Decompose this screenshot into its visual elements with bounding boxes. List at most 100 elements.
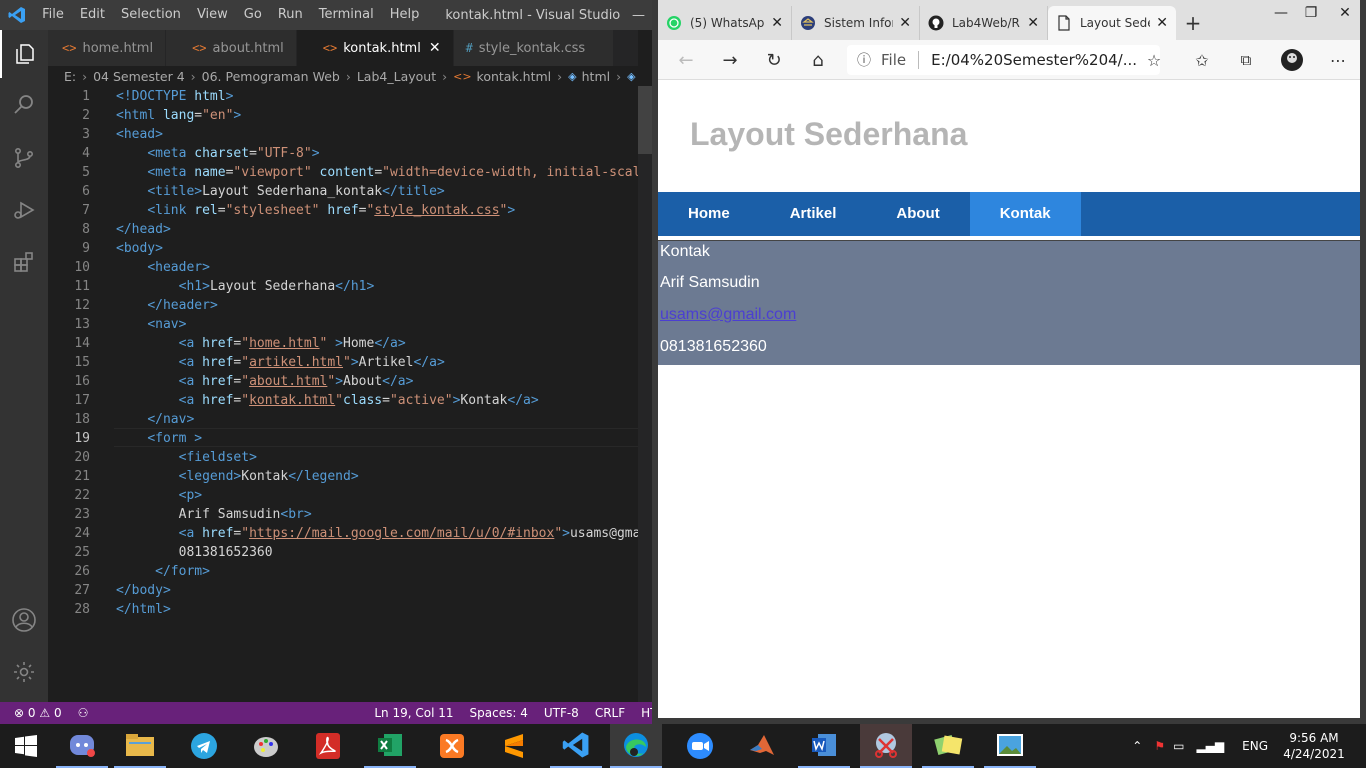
code-line[interactable]: 6 <title>Layout Sederhana_kontak</title>	[48, 182, 638, 201]
menu-help[interactable]: Help	[382, 0, 428, 30]
home-icon[interactable]: ⌂	[804, 48, 832, 72]
forward-arrow-icon[interactable]: →	[716, 48, 744, 72]
breadcrumb-item[interactable]: 06. Pemograman Web	[202, 69, 340, 84]
menu-run[interactable]: Run	[270, 0, 311, 30]
code-line[interactable]: 15 <a href="artikel.html">Artikel</a>	[48, 353, 638, 372]
code-line[interactable]: 16 <a href="about.html">About</a>	[48, 372, 638, 391]
add-favorite-star-icon[interactable]: ☆	[1140, 48, 1168, 72]
close-window-icon[interactable]: ✕	[1328, 0, 1362, 26]
language-mode[interactable]: HTML	[633, 706, 652, 720]
code-line[interactable]: 21 <legend>Kontak</legend>	[48, 467, 638, 486]
close-tab-icon[interactable]: ✕	[899, 15, 911, 31]
minimize-icon[interactable]: —	[625, 8, 652, 23]
menu-selection[interactable]: Selection	[113, 0, 189, 30]
problems-indicator[interactable]: ⊗ 0 ⚠ 0	[0, 706, 70, 720]
matlab-icon[interactable]	[736, 724, 788, 768]
code-line[interactable]: 24 <a href="https://mail.google.com/mail…	[48, 524, 638, 543]
photos-icon[interactable]	[984, 724, 1036, 768]
code-line[interactable]: 23 Arif Samsudin<br>	[48, 505, 638, 524]
minimize-icon[interactable]: —	[1264, 0, 1298, 26]
address-url[interactable]: E:/04%20Semester%204/...	[931, 51, 1160, 69]
account-icon[interactable]	[0, 596, 48, 644]
breadcrumb-item[interactable]: 04 Semester 4	[93, 69, 185, 84]
vscode-icon[interactable]	[550, 724, 602, 768]
nav-home-link[interactable]: Home	[658, 192, 760, 236]
nav-about-link[interactable]: About	[866, 192, 969, 236]
run-debug-icon[interactable]	[0, 186, 48, 234]
code-line[interactable]: 22 <p>	[48, 486, 638, 505]
discord-icon[interactable]	[56, 724, 108, 768]
profile-avatar-icon[interactable]	[1278, 48, 1306, 72]
extensions-icon[interactable]	[0, 238, 48, 286]
tab-style-kontak-css[interactable]: # style_kontak.css	[453, 30, 615, 66]
code-line[interactable]: 17 <a href="kontak.html"class="active">K…	[48, 391, 638, 410]
close-tab-icon[interactable]: ✕	[771, 15, 783, 31]
new-tab-plus-icon[interactable]: +	[1176, 6, 1210, 40]
explorer-icon[interactable]	[0, 30, 48, 78]
code-line[interactable]: 13 <nav>	[48, 315, 638, 334]
sticky-notes-icon[interactable]	[922, 724, 974, 768]
menu-view[interactable]: View	[189, 0, 236, 30]
encoding[interactable]: UTF-8	[536, 706, 587, 720]
search-icon[interactable]	[0, 80, 48, 128]
breadcrumb-item[interactable]: Lab4_Layout	[357, 69, 436, 84]
language-indicator[interactable]: ENG	[1232, 739, 1278, 753]
back-arrow-icon[interactable]: ←	[672, 48, 700, 72]
code-line[interactable]: 14 <a href="home.html" >Home</a>	[48, 334, 638, 353]
code-line[interactable]: 20 <fieldset>	[48, 448, 638, 467]
code-line[interactable]: 18 </nav>	[48, 410, 638, 429]
more-menu-icon[interactable]: ⋯	[1324, 48, 1352, 72]
code-line[interactable]: 4 <meta charset="UTF-8">	[48, 144, 638, 163]
close-tab-icon[interactable]: ✕	[1156, 15, 1168, 31]
favorites-icon[interactable]: ✩	[1188, 48, 1216, 72]
nav-kontak-link[interactable]: Kontak	[969, 192, 1081, 236]
browser-tab-active[interactable]: Layout Sederhana ✕	[1048, 6, 1176, 40]
menu-file[interactable]: File	[34, 0, 72, 30]
show-hidden-icons-chevron-icon[interactable]: ⌃	[1124, 739, 1150, 753]
edge-icon[interactable]	[610, 724, 662, 768]
code-line[interactable]: 7 <link rel="stylesheet" href="style_kon…	[48, 201, 638, 220]
live-share-icon[interactable]: ⚇	[70, 706, 97, 720]
code-line[interactable]: 19 <form >	[48, 429, 638, 448]
code-line[interactable]: 27 </body>	[48, 581, 638, 600]
excel-icon[interactable]	[364, 724, 416, 768]
sublime-text-icon[interactable]	[488, 724, 540, 768]
cursor-position[interactable]: Ln 19, Col 11	[366, 706, 461, 720]
menu-terminal[interactable]: Terminal	[311, 0, 382, 30]
acrobat-icon[interactable]	[302, 724, 354, 768]
code-line[interactable]: 1 <!DOCTYPE html>	[48, 87, 638, 106]
paint-icon[interactable]	[240, 724, 292, 768]
file-explorer-icon[interactable]	[114, 724, 166, 768]
telegram-icon[interactable]	[178, 724, 230, 768]
browser-tab[interactable]: Sistem Informasi ✕	[792, 6, 920, 40]
code-line[interactable]: 2 <html lang="en">	[48, 106, 638, 125]
code-line[interactable]: 9 <body>	[48, 239, 638, 258]
scrollbar-thumb[interactable]	[638, 86, 652, 154]
word-icon[interactable]	[798, 724, 850, 768]
line-ending[interactable]: CRLF	[587, 706, 633, 720]
menu-edit[interactable]: Edit	[72, 0, 113, 30]
breadcrumb-item[interactable]: html	[582, 69, 610, 84]
clock[interactable]: 9:56 AM 4/24/2021	[1278, 730, 1350, 762]
wifi-signal-icon[interactable]: ▂▄▆	[1188, 739, 1232, 753]
address-bar[interactable]: ⓘ File E:/04%20Semester%204/...	[847, 45, 1160, 75]
browser-tab[interactable]: (5) WhatsApp ✕	[658, 6, 792, 40]
code-line[interactable]: 11 <h1>Layout Sederhana</h1>	[48, 277, 638, 296]
browser-tab[interactable]: Lab4Web/README ✕	[920, 6, 1048, 40]
code-line[interactable]: 25 081381652360	[48, 543, 638, 562]
code-editor[interactable]: 1 <!DOCTYPE html> 2 <html lang="en"> 3 <head>…	[48, 86, 638, 702]
xampp-icon[interactable]	[426, 724, 478, 768]
close-tab-icon[interactable]: ✕	[1027, 15, 1039, 31]
network-status-icon[interactable]: ⚑	[1150, 739, 1169, 753]
snipping-tool-icon[interactable]	[860, 724, 912, 768]
source-control-icon[interactable]	[0, 134, 48, 182]
maximize-icon[interactable]: ❐	[1294, 0, 1328, 26]
contact-email-link[interactable]: usams@gmail.com	[660, 306, 796, 324]
nav-artikel-link[interactable]: Artikel	[760, 192, 867, 236]
close-tab-icon[interactable]: ✕	[429, 40, 441, 56]
battery-icon[interactable]: ▭	[1169, 739, 1188, 753]
code-line[interactable]: 8 </head>	[48, 220, 638, 239]
code-line[interactable]: 10 <header>	[48, 258, 638, 277]
start-icon[interactable]	[0, 724, 52, 768]
tab-home-html[interactable]: <> home.html	[48, 30, 167, 66]
